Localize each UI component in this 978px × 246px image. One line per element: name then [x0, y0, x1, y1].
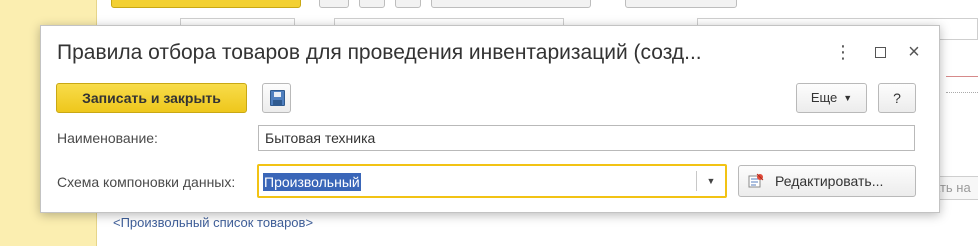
background-product-list-link[interactable]: <Произвольный список товаров> — [113, 214, 313, 232]
kebab-vertical-icon[interactable]: ⋮ — [834, 43, 852, 61]
background-toolbar-button[interactable] — [395, 0, 421, 8]
more-menu-label: Еще — [810, 90, 838, 105]
schema-select-value[interactable]: Произвольный — [263, 172, 361, 192]
select-divider — [696, 171, 697, 191]
selection-rules-dialog: Правила отбора товаров для проведения ин… — [40, 25, 940, 213]
more-menu-button[interactable]: Еще ▼ — [796, 83, 867, 113]
help-button[interactable]: ? — [878, 83, 916, 113]
schema-label: Схема компоновки данных: — [57, 174, 236, 190]
schema-selected-text: Произвольный — [263, 173, 361, 191]
save-and-close-button[interactable]: Записать и закрыть — [56, 83, 247, 113]
edit-schema-label: Редактировать... — [775, 173, 884, 189]
floppy-disk-icon — [270, 90, 285, 106]
background-divider — [946, 92, 978, 93]
maximize-icon[interactable] — [871, 43, 889, 61]
schema-select[interactable]: Произвольный ▼ — [257, 164, 727, 198]
edit-schema-button[interactable]: Редактировать... — [738, 165, 916, 197]
background-divider — [946, 76, 978, 77]
background-toolbar — [97, 0, 978, 10]
chevron-down-icon: ▼ — [843, 93, 853, 103]
close-icon[interactable]: × — [905, 42, 923, 62]
background-toolbar-button[interactable] — [431, 0, 591, 8]
dropdown-arrow-icon[interactable]: ▼ — [700, 171, 722, 191]
name-input[interactable]: Бытовая техника — [258, 125, 915, 151]
save-button[interactable] — [262, 83, 291, 113]
edit-settings-icon — [748, 173, 764, 188]
background-toolbar-button[interactable] — [359, 0, 385, 8]
background-toolbar-button[interactable] — [625, 0, 737, 8]
background-primary-button[interactable] — [111, 0, 301, 8]
dialog-title: Правила отбора товаров для проведения ин… — [57, 41, 702, 64]
name-label: Наименование: — [57, 130, 158, 146]
background-toolbar-button[interactable] — [319, 0, 349, 8]
